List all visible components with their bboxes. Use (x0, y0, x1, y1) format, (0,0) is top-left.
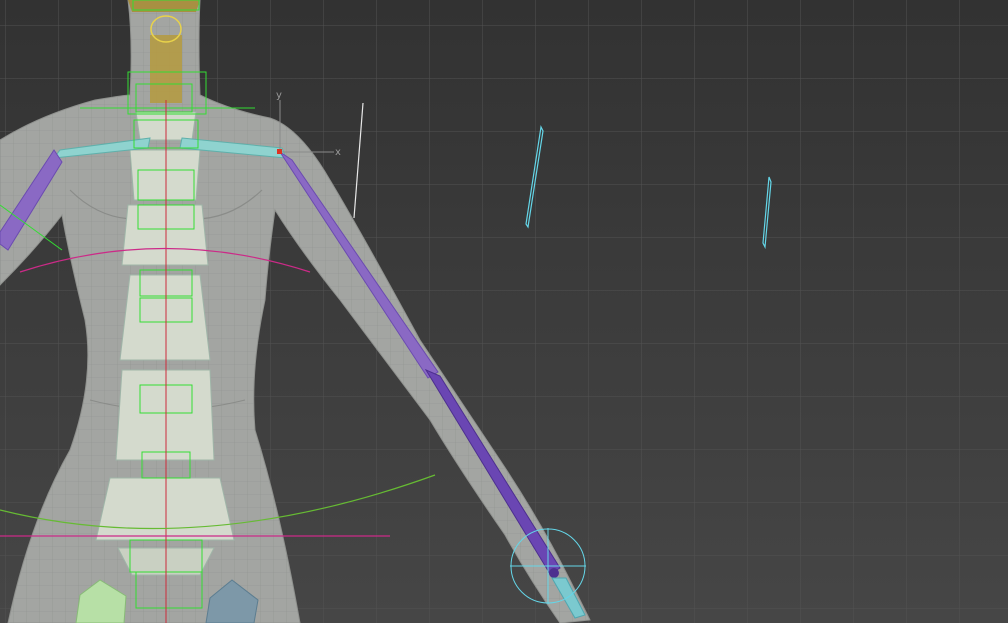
viewport-scene: y x (0, 0, 1008, 623)
gizmo-x-label: x (335, 147, 341, 158)
spine-bone-2 (129, 149, 201, 201)
spine-bone-5 (115, 369, 215, 461)
gizmo-origin (277, 149, 282, 154)
neck-bone (150, 35, 182, 103)
gizmo-y-label: y (276, 90, 282, 101)
3d-viewport[interactable]: y x (0, 0, 1008, 623)
wrist-joint (549, 568, 559, 578)
pelvis-bone (95, 477, 235, 541)
spine-bone-3 (121, 204, 209, 266)
spine-bone-4 (119, 274, 211, 361)
